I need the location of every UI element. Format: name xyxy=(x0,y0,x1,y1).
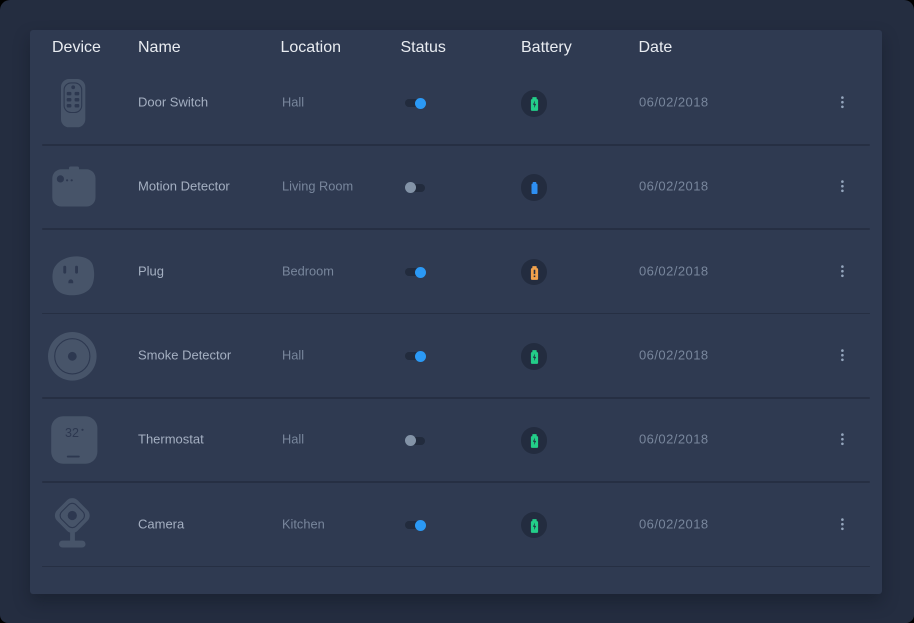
svg-text:32: 32 xyxy=(65,426,79,440)
